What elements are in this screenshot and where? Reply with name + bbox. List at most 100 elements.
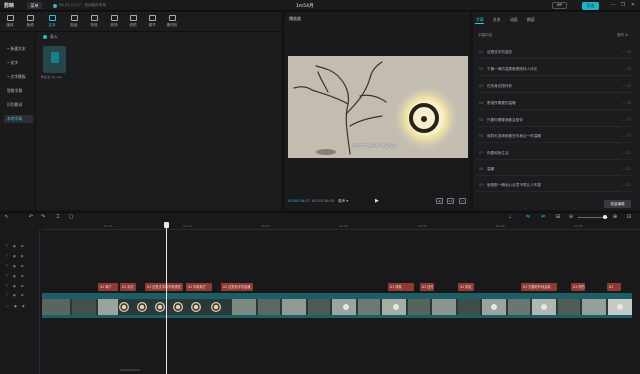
text-track-controls[interactable]: T ● ◉ bbox=[6, 293, 34, 297]
transition-icon bbox=[110, 15, 118, 21]
text-icon bbox=[48, 15, 56, 21]
subtitle-clip[interactable]: A1 这是双手的温暖 bbox=[221, 283, 253, 291]
fit-icon[interactable]: ⊞ bbox=[436, 198, 443, 204]
row-actions-icon[interactable]: ⌯ ⌫ bbox=[622, 84, 631, 88]
subtitle-overlay-text: 这些文字将不断重复循环 bbox=[352, 143, 396, 148]
subtitle-row[interactable]: 03 在你身边陪伴你 ⌯ ⌫ bbox=[476, 81, 635, 93]
text-track-controls[interactable]: T ● ◉ bbox=[6, 274, 34, 278]
subtitle-clip[interactable]: A1 搞笑 bbox=[388, 283, 414, 291]
ratio-button[interactable]: 1:1 bbox=[447, 198, 454, 204]
play-icon[interactable]: ▶ bbox=[375, 198, 381, 204]
export-button[interactable]: 导出 bbox=[582, 1, 599, 10]
subtitle-row[interactable]: 08 温暖 ⌯ ⌫ bbox=[476, 164, 635, 176]
select-tool-icon[interactable]: ↖ bbox=[4, 214, 10, 220]
side-nav-fancy-text[interactable]: • 花字 bbox=[4, 59, 33, 67]
row-actions-icon[interactable]: ⌯ ⌫ bbox=[622, 67, 631, 71]
ruler-label: 00:15 bbox=[104, 224, 113, 228]
subtitle-list-header: 字幕内容 bbox=[478, 33, 492, 37]
subtitle-row[interactable]: 07 你要和我生活 ⌯ ⌫ bbox=[476, 148, 635, 160]
text-track-controls[interactable]: T ● ◉ bbox=[6, 244, 34, 248]
minimize-icon[interactable]: — bbox=[610, 2, 616, 8]
subtitle-clip[interactable]: A1 搞定 bbox=[458, 283, 474, 291]
row-actions-icon[interactable]: ⌯ ⌫ bbox=[622, 134, 631, 138]
subtitle-clip[interactable]: A1 只要好好地活着 bbox=[521, 283, 557, 291]
microphone-icon[interactable]: ♩ bbox=[507, 214, 513, 220]
subtitle-row[interactable]: 01 这是双手的温热 ⌯ ⌫ bbox=[476, 47, 635, 59]
zoom-in-icon[interactable]: ⊕ bbox=[612, 214, 618, 220]
subtitle-clip[interactable]: A1 你看着它 bbox=[186, 283, 212, 291]
vip-badge[interactable]: VIP bbox=[552, 2, 567, 9]
subtitle-row[interactable]: 02 千篇一律的温柔都是陪伴人评论 ⌯ ⌫ bbox=[476, 64, 635, 76]
autosave-status: 06-23 21:27 · 自动保存本地 bbox=[59, 3, 106, 7]
redo-icon[interactable]: ↷ bbox=[40, 214, 46, 220]
tab-text[interactable]: 文本 bbox=[44, 12, 60, 32]
side-nav-lyrics[interactable]: 识别歌词 bbox=[4, 101, 33, 109]
ruler-label: 00:35 bbox=[418, 224, 427, 228]
subtitle-list-actions[interactable]: 操作 ⊕ bbox=[617, 33, 628, 38]
delete-icon[interactable]: ▢ bbox=[68, 214, 74, 220]
row-actions-icon[interactable]: ⌯ ⌫ bbox=[622, 118, 631, 122]
ruler-label: 00:25 bbox=[261, 224, 270, 228]
undo-icon[interactable]: ↶ bbox=[28, 214, 34, 220]
tab-filter[interactable]: 滤镜 bbox=[125, 12, 141, 32]
tab-effects[interactable]: 特效 bbox=[86, 12, 102, 32]
effects-icon bbox=[90, 15, 98, 21]
tab-animation[interactable]: 动画 bbox=[510, 17, 518, 23]
subtitle-row[interactable]: 05 只要你需要我都会陪伴 ⌯ ⌫ bbox=[476, 115, 635, 127]
side-nav-smart-subtitle[interactable]: 智能字幕 bbox=[4, 87, 33, 95]
ruler-label: 00:20 bbox=[183, 224, 192, 228]
fullscreen-icon[interactable]: ⛶ bbox=[459, 198, 466, 204]
tab-media[interactable]: 媒体 bbox=[2, 12, 18, 32]
subtitle-clip[interactable]: A1 好的 bbox=[571, 283, 585, 291]
subtitle-row[interactable]: 04 是谁所需要的温暖 ⌯ ⌫ bbox=[476, 98, 635, 110]
playhead-handle[interactable] bbox=[164, 222, 169, 228]
maximize-icon[interactable]: ❐ bbox=[620, 2, 626, 8]
zoom-slider-handle[interactable] bbox=[603, 215, 607, 219]
snap-icon[interactable]: ⇌ bbox=[540, 214, 546, 220]
preview-axis-icon[interactable]: ⊟ bbox=[555, 214, 561, 220]
row-actions-icon[interactable]: ⌯ ⌫ bbox=[622, 101, 631, 105]
tab-sticker[interactable]: 贴纸 bbox=[66, 12, 82, 32]
tab-transition[interactable]: 转场 bbox=[106, 12, 122, 32]
subtitle-clip[interactable]: A1 嗨了 bbox=[98, 283, 118, 291]
tab-text-style[interactable]: 文本 bbox=[493, 17, 501, 23]
text-track-controls[interactable]: T ● ◉ bbox=[6, 264, 34, 268]
subtitle-clip[interactable]: A1 高光 bbox=[120, 283, 136, 291]
video-clip-thumbnails bbox=[42, 299, 632, 315]
tab-pack[interactable]: 素材包 bbox=[162, 12, 182, 32]
tab-read-aloud[interactable]: 朗读 bbox=[527, 17, 535, 23]
subtitle-row[interactable]: 09 就是那一瞬全心全意不想让人失望 ⌯ ⌫ bbox=[476, 180, 635, 192]
fit-timeline-icon[interactable]: ⊡ bbox=[626, 214, 632, 220]
row-actions-icon[interactable]: ⌯ ⌫ bbox=[622, 183, 631, 187]
text-track-controls[interactable]: T ● ◉ bbox=[6, 254, 34, 258]
batch-edit-button[interactable]: 批量编辑 bbox=[604, 200, 631, 208]
timeline-scrollbar[interactable] bbox=[120, 369, 140, 371]
import-button[interactable]: 导入 bbox=[50, 34, 58, 40]
link-icon[interactable]: ⇋ bbox=[525, 214, 531, 220]
zoom-out-icon[interactable]: ⊖ bbox=[568, 214, 574, 220]
main-track-controls[interactable]: ▭ ● ◉ bbox=[6, 304, 27, 308]
row-actions-icon[interactable]: ⌯ ⌫ bbox=[622, 50, 631, 54]
subtitle-clip[interactable]: A1 这是文字将不断重复 bbox=[145, 283, 183, 291]
subtitle-clip[interactable]: A1 bbox=[607, 283, 621, 291]
media-icon bbox=[6, 15, 14, 21]
tool-tabs: 媒体 音频 文本 贴纸 特效 转场 滤镜 调节 素材包 bbox=[0, 12, 281, 32]
side-nav-new-text[interactable]: • 新建文本 bbox=[4, 45, 33, 53]
audio-track[interactable] bbox=[42, 315, 632, 318]
tab-audio[interactable]: 音频 bbox=[22, 12, 38, 32]
video-clip-track[interactable] bbox=[42, 299, 632, 315]
subtitle-row[interactable]: 06 就算天涯海角都在你身边一样温暖 ⌯ ⌫ bbox=[476, 131, 635, 143]
subtitle-clip[interactable]: A1 还行 bbox=[420, 283, 434, 291]
audio-mode-dropdown[interactable]: 原声 ▾ bbox=[338, 199, 348, 204]
side-nav-text-template[interactable]: • 文字模板 bbox=[4, 73, 33, 81]
import-icon bbox=[43, 34, 47, 39]
split-icon[interactable]: ⌶ bbox=[55, 214, 61, 220]
playhead[interactable] bbox=[166, 223, 167, 374]
tab-adjust[interactable]: 调节 bbox=[144, 12, 160, 32]
row-actions-icon[interactable]: ⌯ ⌫ bbox=[622, 167, 631, 171]
close-icon[interactable]: ✕ bbox=[630, 2, 636, 8]
row-actions-icon[interactable]: ⌯ ⌫ bbox=[622, 151, 631, 155]
text-track-controls[interactable]: T ● ◉ bbox=[6, 284, 34, 288]
side-nav-local-subtitle[interactable]: 本地字幕 bbox=[4, 115, 33, 123]
menu-button[interactable]: 菜单 bbox=[27, 2, 42, 9]
